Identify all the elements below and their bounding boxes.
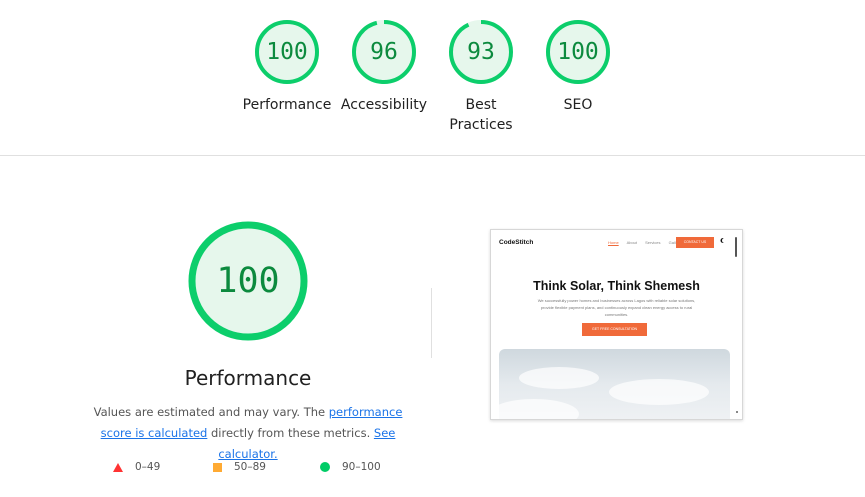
gauge-best-practices[interactable]: 93 Best Practices — [426, 19, 536, 135]
performance-description: Values are estimated and may vary. The p… — [78, 402, 418, 465]
gauge-performance[interactable]: 100 Performance — [232, 19, 342, 115]
accessibility-ring: 96 — [351, 19, 417, 85]
seo-ring: 100 — [545, 19, 611, 85]
thumbnail-nav-about: About — [626, 240, 638, 245]
thumbnail-navbar: CodeStitch Home About Services Gallery C… — [491, 230, 742, 257]
performance-main-score: 100 — [216, 261, 280, 301]
thumbnail-cta-button: GET FREE CONSULTATION — [582, 323, 647, 336]
vertical-divider — [431, 288, 432, 358]
moon-icon — [722, 238, 727, 243]
performance-heading: Performance — [184, 366, 312, 390]
green-circle-icon — [320, 462, 330, 472]
thumbnail-nav-home: Home — [608, 240, 619, 245]
best-practices-label: Best Practices — [449, 97, 513, 133]
thumbnail-heading: Think Solar, Think Shemesh — [533, 279, 700, 293]
thumbnail-scrollbar — [735, 237, 737, 257]
accessibility-label: Accessibility — [340, 97, 428, 113]
gauge-accessibility[interactable]: 96 Accessibility — [329, 19, 439, 115]
seo-label: SEO — [563, 97, 593, 113]
seo-score: 100 — [557, 39, 599, 65]
thumbnail-marker — [736, 411, 738, 413]
legend-average-text: 50–89 — [234, 461, 266, 473]
thumbnail-contact-button: CONTACT US — [676, 237, 714, 248]
best-practices-ring: 93 — [448, 19, 514, 85]
performance-main-gauge: 100 — [187, 220, 309, 342]
description-middle: directly from these metrics. — [207, 426, 374, 440]
thumbnail-sky-image — [499, 349, 730, 419]
page-screenshot-thumbnail[interactable]: CodeStitch Home About Services Gallery C… — [490, 229, 743, 420]
legend-fail-text: 0–49 — [135, 461, 161, 473]
legend-fail: 0–49 — [113, 461, 160, 473]
orange-square-icon — [213, 462, 222, 472]
legend-pass: 90–100 — [320, 461, 381, 473]
performance-score: 100 — [266, 39, 308, 65]
category-scores-row: 100 Performance 96 Accessibility 93 Best… — [0, 0, 865, 156]
description-prefix: Values are estimated and may vary. The — [93, 405, 329, 419]
thumbnail-logo: CodeStitch — [499, 239, 534, 246]
best-practices-score: 93 — [467, 39, 495, 65]
legend-pass-text: 90–100 — [342, 461, 381, 473]
thumbnail-nav-services: Services — [645, 240, 661, 245]
red-triangle-icon — [113, 462, 123, 472]
performance-ring: 100 — [254, 19, 320, 85]
performance-label: Performance — [242, 97, 332, 113]
gauge-seo[interactable]: 100 SEO — [523, 19, 633, 115]
thumbnail-body-text: We successfully power homes and business… — [537, 298, 696, 317]
accessibility-score: 96 — [370, 39, 398, 65]
legend-average: 50–89 — [213, 461, 266, 473]
